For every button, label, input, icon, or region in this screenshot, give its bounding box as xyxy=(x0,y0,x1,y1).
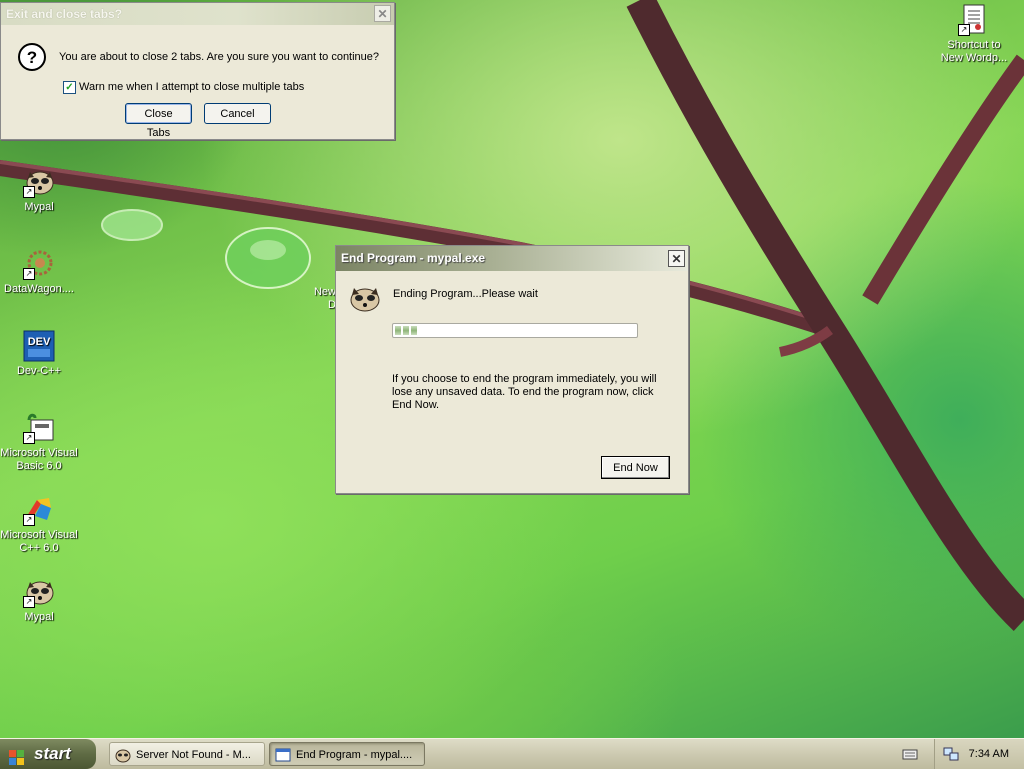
shortcut-arrow-icon: ↗ xyxy=(958,24,970,36)
checkmark-icon: ✓ xyxy=(65,82,74,93)
desktop-icon-mypal[interactable]: ↗ Mypal xyxy=(0,166,78,214)
desktop-icon-visual-basic[interactable]: ↗ Microsoft Visual Basic 6.0 xyxy=(0,412,78,473)
desktop-icon-label: Mypal xyxy=(24,201,54,213)
mypal-raccoon-icon: ↗ xyxy=(23,576,55,608)
end-now-button[interactable]: End Now xyxy=(601,456,670,479)
network-icon[interactable] xyxy=(943,746,959,762)
desktop-icon-wordpad-shortcut[interactable]: ↗ Shortcut to New Wordp... xyxy=(935,4,1013,65)
close-tabs-close-button[interactable]: ✕ xyxy=(374,5,391,22)
progress-fill xyxy=(395,326,635,335)
datawagon-icon: ↗ xyxy=(23,248,55,280)
close-tabs-title: Exit and close tabs? xyxy=(6,7,123,21)
svg-text:DEV: DEV xyxy=(28,336,51,348)
window-icon xyxy=(275,747,291,763)
progress-segment xyxy=(403,326,409,335)
taskbar-button-label: End Program - mypal.... xyxy=(296,749,413,761)
desktop-icon-label: New xyxy=(313,286,336,298)
end-program-titlebar[interactable]: End Program - mypal.exe ✕ xyxy=(336,246,688,271)
windows-logo-icon xyxy=(9,746,25,765)
cancel-button[interactable]: Cancel xyxy=(204,103,271,124)
end-program-close-button[interactable]: ✕ xyxy=(668,250,685,267)
desktop-icon-label: Shortcut to New Wordp... xyxy=(940,39,1008,64)
start-button[interactable]: start xyxy=(0,739,96,769)
desktop-icon-label: Microsoft Visual Basic 6.0 xyxy=(0,447,78,472)
desktop-icon-label: Mypal xyxy=(24,611,54,623)
desktop-icon-visual-cpp[interactable]: ↗ Microsoft Visual C++ 6.0 xyxy=(0,494,78,555)
wordpad-document-icon: ↗ xyxy=(958,4,990,36)
start-label: start xyxy=(34,744,71,763)
warn-multiple-tabs-label[interactable]: Warn me when I attempt to close multiple… xyxy=(79,81,304,93)
dev-cpp-icon: DEV xyxy=(23,330,55,362)
visual-cpp-icon: ↗ xyxy=(23,494,55,526)
svg-text:?: ? xyxy=(27,48,37,67)
mypal-raccoon-icon: ↗ xyxy=(23,166,55,198)
mypal-raccoon-icon xyxy=(348,284,382,314)
clock[interactable]: 7:34 AM xyxy=(969,739,1009,769)
desktop-icon-label: Microsoft Visual C++ 6.0 xyxy=(0,529,78,554)
end-program-dialog[interactable]: End Program - mypal.exe ✕ Ending Program… xyxy=(335,245,689,494)
shortcut-arrow-icon: ↗ xyxy=(23,268,35,280)
close-tabs-message: You are about to close 2 tabs. Are you s… xyxy=(59,51,380,63)
question-icon: ? xyxy=(18,43,46,71)
end-program-info-text: If you choose to end the program immedia… xyxy=(392,373,657,411)
desktop-icon-label: Dev-C++ xyxy=(16,365,62,377)
keyboard-icon[interactable] xyxy=(902,746,918,762)
close-tabs-dialog[interactable]: Exit and close tabs? ✕ ? You are about t… xyxy=(0,2,395,140)
taskbar-button-label: Server Not Found - M... xyxy=(136,749,251,761)
end-program-title: End Program - mypal.exe xyxy=(341,251,486,265)
mypal-raccoon-icon xyxy=(115,747,131,763)
desktop-icon-label: DataWagon.... xyxy=(4,283,74,295)
taskbar-button-server-not-found[interactable]: Server Not Found - M... xyxy=(109,742,265,766)
progress-segment xyxy=(411,326,417,335)
end-program-status: Ending Program...Please wait xyxy=(393,288,538,300)
progress-segment xyxy=(395,326,401,335)
shortcut-arrow-icon: ↗ xyxy=(23,186,35,198)
taskbar: start Server Not Found - M... End Progra… xyxy=(0,738,1024,769)
close-icon: ✕ xyxy=(671,252,682,266)
end-program-progress-bar xyxy=(392,323,638,338)
warn-multiple-tabs-checkbox[interactable]: ✓ xyxy=(63,81,76,94)
shortcut-arrow-icon: ↗ xyxy=(23,432,35,444)
system-tray: 7:34 AM xyxy=(934,739,1024,769)
visual-basic-icon: ↗ xyxy=(23,412,55,444)
shortcut-arrow-icon: ↗ xyxy=(23,514,35,526)
close-tabs-button[interactable]: Close Tabs xyxy=(125,103,192,139)
shortcut-arrow-icon: ↗ xyxy=(23,596,35,608)
close-tabs-titlebar[interactable]: Exit and close tabs? ✕ xyxy=(1,3,394,25)
taskbar-button-end-program[interactable]: End Program - mypal.... xyxy=(269,742,425,766)
desktop-icon-mypal-2[interactable]: ↗ Mypal xyxy=(0,576,78,624)
desktop-icon-devcpp[interactable]: DEV Dev-C++ xyxy=(0,330,78,378)
close-icon: ✕ xyxy=(377,7,388,21)
desktop-icon-partial[interactable]: New D xyxy=(296,286,336,312)
desktop-icon-datawagon[interactable]: ↗ DataWagon.... xyxy=(0,248,78,296)
